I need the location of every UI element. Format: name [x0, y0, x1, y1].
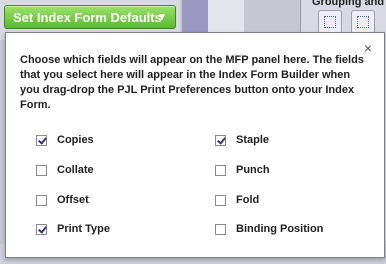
option-label: Punch [236, 164, 270, 176]
dropdown-label: Set Index Form Defaults [13, 9, 162, 25]
grouping-label: Grouping and [312, 0, 385, 8]
option-label: Copies [57, 134, 94, 146]
staple-checkbox[interactable] [215, 134, 226, 146]
fold-checkbox[interactable] [215, 194, 226, 206]
copies-checkbox[interactable] [36, 134, 47, 146]
pjl-field-settings-popup: × Choose which fields will appear on the… [5, 32, 385, 258]
option-print-type[interactable]: Print Type [36, 221, 110, 237]
popup-description: Choose which fields will appear on the M… [20, 54, 364, 111]
print-type-checkbox[interactable] [36, 223, 47, 235]
option-label: Binding Position [236, 223, 324, 235]
option-label: Offset [57, 194, 89, 206]
option-punch[interactable]: Punch [215, 162, 270, 178]
option-label: Collate [57, 164, 94, 176]
punch-checkbox[interactable] [215, 164, 226, 176]
option-copies[interactable]: Copies [36, 132, 94, 148]
group-icon[interactable] [318, 10, 342, 34]
option-label: Print Type [57, 223, 110, 235]
option-staple[interactable]: Staple [215, 132, 269, 148]
collate-checkbox[interactable] [36, 164, 47, 176]
binding-position-checkbox[interactable] [215, 223, 226, 235]
option-label: Fold [236, 194, 260, 206]
ungroup-icon[interactable] [351, 10, 375, 34]
offset-checkbox[interactable] [36, 194, 47, 206]
caret-down-icon: ▼ [157, 12, 167, 23]
option-fold[interactable]: Fold [215, 192, 259, 208]
set-index-form-defaults-button[interactable]: Set Index Form Defaults ▼ [4, 5, 176, 29]
option-collate[interactable]: Collate [36, 162, 94, 178]
option-label: Staple [236, 134, 270, 146]
option-binding-position[interactable]: Binding Position [215, 221, 323, 237]
option-offset[interactable]: Offset [36, 192, 89, 208]
